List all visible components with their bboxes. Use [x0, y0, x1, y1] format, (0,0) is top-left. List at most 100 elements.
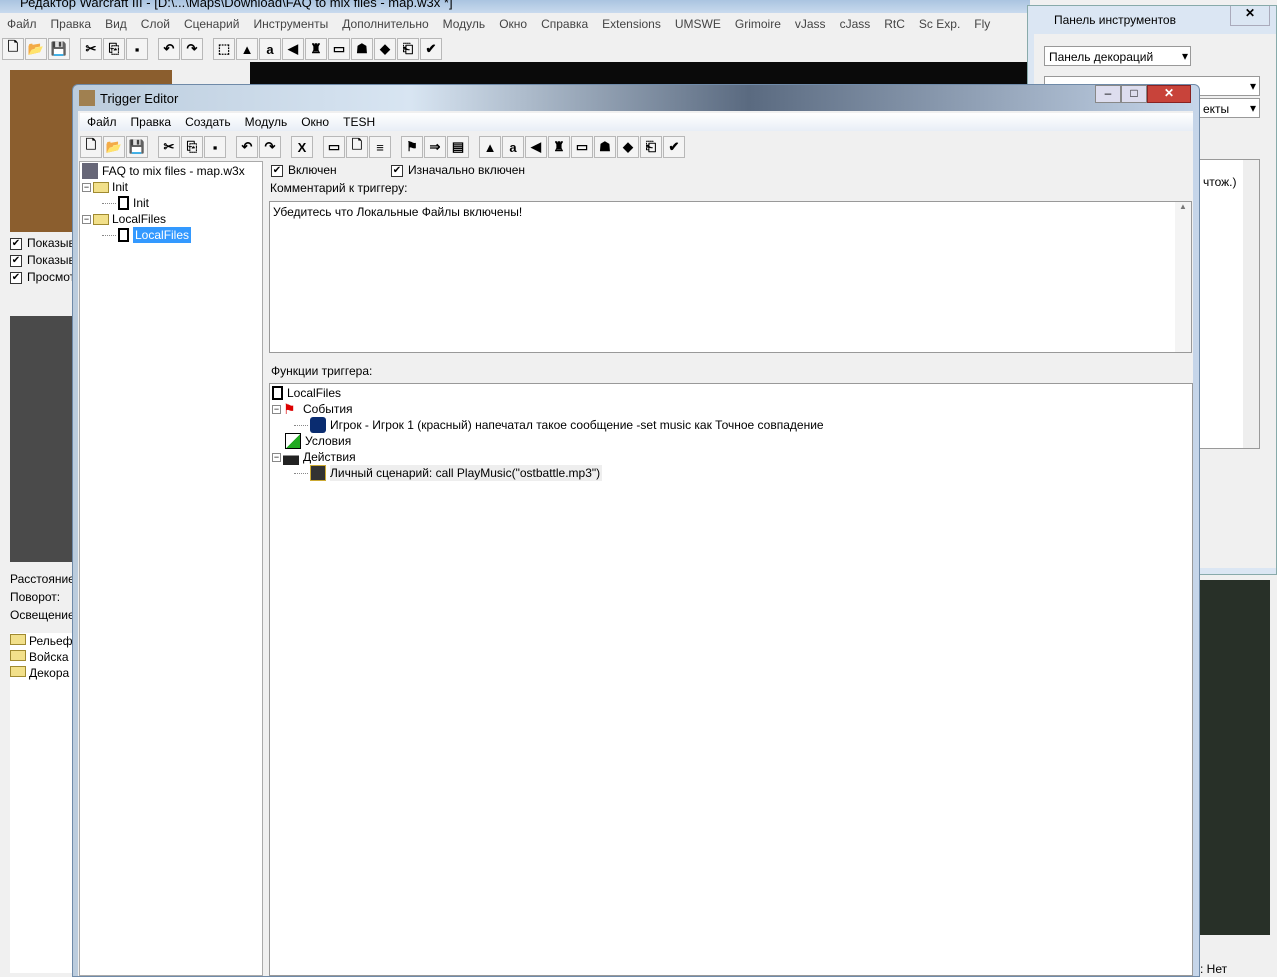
units-button[interactable]: a [259, 38, 281, 60]
menu-item[interactable]: vJass [788, 17, 833, 31]
close-button[interactable]: ✕ [1147, 85, 1191, 103]
new-button[interactable]: 🗋 [80, 136, 102, 158]
doodads-button[interactable]: ♜ [548, 136, 570, 158]
menu-item[interactable]: RtC [877, 17, 912, 31]
doodads-button[interactable]: ♜ [305, 38, 327, 60]
event-item[interactable]: Игрок - Игрок 1 (красный) напечатал тако… [272, 417, 1190, 433]
terrain-button[interactable]: ▲ [479, 136, 501, 158]
menu-item[interactable]: UMSWE [668, 17, 728, 31]
test-map-button[interactable]: ⎗ [397, 38, 419, 60]
functions-tree[interactable]: LocalFiles − ⚑ События Игрок - Игрок 1 (кр… [269, 383, 1193, 976]
collapse-icon[interactable]: − [82, 214, 91, 224]
menu-item[interactable]: Sc Exp. [912, 17, 967, 31]
conditions-node[interactable]: Условия [272, 433, 1190, 449]
menu-item[interactable]: Справка [534, 17, 595, 31]
menu-item[interactable]: cJass [833, 17, 878, 31]
new-category-button[interactable]: ▭ [323, 136, 345, 158]
option-checkbox[interactable]: ✔ Показыв [10, 253, 75, 270]
menu-item[interactable]: Слой [134, 17, 177, 31]
events-node[interactable]: − ⚑ События [272, 401, 1190, 417]
maximize-button[interactable]: □ [1121, 85, 1147, 103]
collapse-icon[interactable]: − [272, 452, 281, 462]
palette-tree-item[interactable]: Декора [10, 665, 75, 681]
close-button[interactable]: ✕ [1230, 6, 1270, 26]
units-button[interactable]: a [502, 136, 524, 158]
palette-tree-item[interactable]: Рельеф [10, 633, 75, 649]
paste-button[interactable]: ▪ [204, 136, 226, 158]
palette-type-dropdown[interactable]: Панель декораций ▾ [1044, 46, 1191, 66]
menu-item[interactable]: Модуль [238, 115, 295, 129]
new-button[interactable]: 🗋 [2, 38, 24, 60]
checkmark-button[interactable]: ✔ [420, 38, 442, 60]
open-button[interactable]: 📂 [25, 38, 47, 60]
paste-button[interactable]: ▪ [126, 38, 148, 60]
palette-tree[interactable]: Рельеф Войска Декора [10, 633, 75, 973]
tree-category-localfiles[interactable]: − LocalFiles [82, 211, 260, 227]
enabled-checkbox[interactable]: ✔ Включен [271, 163, 337, 177]
save-button[interactable]: 💾 [126, 136, 148, 158]
new-action-button[interactable]: ▤ [447, 136, 469, 158]
undo-button[interactable]: ↶ [236, 136, 258, 158]
terrain-view[interactable] [1200, 580, 1270, 935]
menu-item[interactable]: TESH [336, 115, 382, 129]
menu-item[interactable]: Extensions [595, 17, 668, 31]
menu-item[interactable]: Правка [44, 17, 99, 31]
menu-item[interactable]: Окно [294, 115, 336, 129]
sound-button[interactable]: ◀ [282, 38, 304, 60]
tree-trigger-init[interactable]: Init [82, 195, 260, 211]
menu-item[interactable]: Окно [492, 17, 534, 31]
menu-item[interactable]: Файл [0, 17, 44, 31]
tree-root[interactable]: FAQ to mix files - map.w3x [82, 163, 260, 179]
menu-item[interactable]: Fly [967, 17, 997, 31]
comment-textarea[interactable]: Убедитесь что Локальные Файлы включены! … [269, 201, 1192, 353]
cut-button[interactable]: ✂ [158, 136, 180, 158]
menu-item[interactable]: Вид [98, 17, 134, 31]
save-button[interactable]: 💾 [48, 38, 70, 60]
checkmark-button[interactable]: ✔ [663, 136, 685, 158]
palette-tree-item[interactable]: Войска [10, 649, 75, 665]
object-editor-button[interactable]: ▭ [328, 38, 350, 60]
undo-button[interactable]: ↶ [158, 38, 180, 60]
actions-node[interactable]: − Действия [272, 449, 1190, 465]
tree-category-init[interactable]: − Init [82, 179, 260, 195]
test-map-button[interactable]: ⎗ [640, 136, 662, 158]
menu-item[interactable]: Инструменты [246, 17, 335, 31]
redo-button[interactable]: ↷ [259, 136, 281, 158]
menu-item[interactable]: Grimoire [728, 17, 788, 31]
ai-editor-button[interactable]: ☗ [594, 136, 616, 158]
open-button[interactable]: 📂 [103, 136, 125, 158]
cut-button[interactable]: ✂ [80, 38, 102, 60]
trigger-tree[interactable]: FAQ to mix files - map.w3x − Init Init − L… [79, 161, 263, 976]
new-trigger-button[interactable]: 🗋 [346, 136, 368, 158]
new-event-button[interactable]: ⚑ [401, 136, 423, 158]
menu-item[interactable]: Сценарий [177, 17, 246, 31]
option-checkbox[interactable]: ✔ Просмот [10, 270, 75, 287]
sound-button[interactable]: ◀ [525, 136, 547, 158]
menu-item[interactable]: Модуль [436, 17, 493, 31]
redo-button[interactable]: ↷ [181, 38, 203, 60]
import-button[interactable]: ◆ [374, 38, 396, 60]
copy-button[interactable]: ⎘ [103, 38, 125, 60]
copy-button[interactable]: ⎘ [181, 136, 203, 158]
option-checkbox[interactable]: ✔ Показыв [10, 236, 75, 253]
function-root[interactable]: LocalFiles [272, 385, 1190, 401]
scrollbar[interactable]: ▲ [1175, 202, 1191, 352]
menu-item[interactable]: Дополнительно [335, 17, 435, 31]
select-button[interactable]: ⬚ [213, 38, 235, 60]
ai-editor-button[interactable]: ☗ [351, 38, 373, 60]
collapse-icon[interactable]: − [272, 404, 281, 414]
scrollbar[interactable] [1243, 160, 1259, 448]
object-editor-button[interactable]: ▭ [571, 136, 593, 158]
menu-item[interactable]: Создать [178, 115, 238, 129]
import-button[interactable]: ◆ [617, 136, 639, 158]
tree-trigger-localfiles[interactable]: LocalFiles [82, 227, 260, 243]
new-comment-button[interactable]: ≡ [369, 136, 391, 158]
minimize-button[interactable]: – [1095, 85, 1121, 103]
menu-item[interactable]: Файл [80, 115, 124, 129]
new-condition-button[interactable]: ⇒ [424, 136, 446, 158]
terrain-button[interactable]: ▲ [236, 38, 258, 60]
initially-on-checkbox[interactable]: ✔ Изначально включен [391, 163, 525, 177]
close-x-button[interactable]: X [291, 136, 313, 158]
action-item[interactable]: Личный сценарий: call PlayMusic("ostbatt… [272, 465, 1190, 481]
menu-item[interactable]: Правка [124, 115, 179, 129]
